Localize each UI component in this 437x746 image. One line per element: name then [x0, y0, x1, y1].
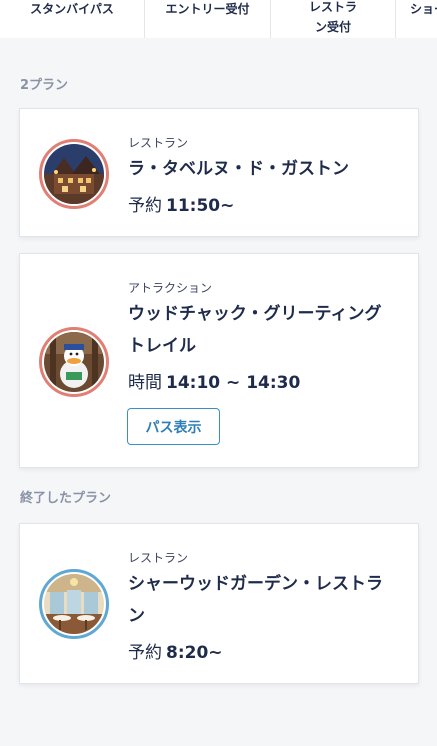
- tab-standby-pass[interactable]: スタンバイパス: [0, 0, 145, 38]
- tab-label: レストラン受付: [308, 0, 357, 34]
- time-value: 8:20~: [166, 643, 223, 663]
- tab-label: ショー: [410, 2, 437, 16]
- time-value: 11:50~: [166, 196, 235, 216]
- restaurant-exterior-photo: [39, 139, 109, 209]
- section-title-plans: 2プラン: [20, 78, 69, 93]
- plan-category: レストラン: [128, 136, 189, 150]
- time-value: 14:10 ~ 14:30: [166, 373, 301, 393]
- section-title-finished: 終了したプラン: [20, 491, 112, 506]
- plan-time: 予約 11:50~: [128, 191, 234, 216]
- time-prefix: 予約: [128, 643, 162, 663]
- tab-entry-request[interactable]: エントリー受付: [145, 0, 271, 38]
- plan-name: ラ・タベルヌ・ド・ガストン: [128, 159, 349, 179]
- plan-card[interactable]: レストラン シャーウッドガーデン・レストラン 予約 8:20~: [19, 523, 419, 684]
- donald-duck-photo: [39, 327, 109, 397]
- tab-label: スタンバイパス: [30, 2, 114, 16]
- plan-time: 予約 8:20~: [128, 638, 223, 663]
- tab-show[interactable]: ショー: [396, 0, 437, 38]
- tab-restaurant-request[interactable]: レストラン受付: [271, 0, 396, 38]
- plan-name: シャーウッドガーデン・レストラン: [128, 574, 383, 626]
- time-prefix: 時間: [128, 373, 162, 393]
- plan-category: アトラクション: [128, 281, 213, 295]
- plan-card[interactable]: アトラクション ウッドチャック・グリーティングトレイル 時間 14:10 ~ 14…: [19, 253, 419, 468]
- plan-name: ウッドチャック・グリーティングトレイル: [128, 304, 382, 356]
- plan-time: 時間 14:10 ~ 14:30: [128, 368, 300, 393]
- plan-card[interactable]: レストラン ラ・タベルヌ・ド・ガストン 予約 11:50~: [19, 108, 419, 237]
- plan-category: レストラン: [128, 551, 189, 565]
- plan-type-tabs: スタンバイパス エントリー受付 レストラン受付 ショー: [0, 0, 437, 38]
- restaurant-interior-photo: [39, 569, 109, 639]
- show-pass-button[interactable]: パス表示: [127, 408, 220, 445]
- tab-label: エントリー受付: [165, 2, 250, 16]
- time-prefix: 予約: [128, 196, 162, 216]
